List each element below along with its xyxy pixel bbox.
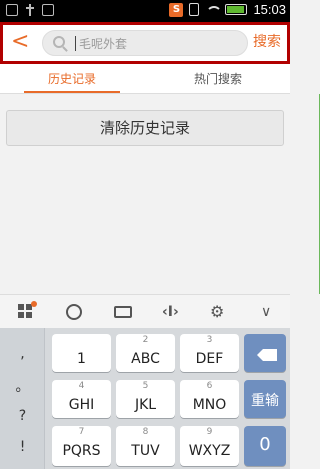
search-header: < 毛呢外套 搜索 <box>0 22 290 64</box>
emoji-icon[interactable] <box>66 304 82 320</box>
backspace-icon <box>257 349 277 361</box>
back-arrow-icon[interactable]: < <box>11 30 31 54</box>
tab-hot-search[interactable]: 热门搜索 <box>194 70 242 87</box>
search-input[interactable]: 毛呢外套 <box>42 30 248 56</box>
reenter-key[interactable]: 重输 <box>244 380 286 418</box>
key-0[interactable]: 0 <box>244 426 286 466</box>
text-cursor <box>75 36 76 51</box>
key-1[interactable]: 1 <box>52 334 111 372</box>
search-icon <box>53 36 65 48</box>
tab-active-indicator <box>24 91 120 93</box>
symbol-key[interactable]: ? <box>0 408 45 424</box>
usb-icon <box>26 4 34 16</box>
key-9[interactable]: 9 WXYZ <box>180 426 239 466</box>
key-8[interactable]: 8 TUV <box>116 426 175 466</box>
keyboard-toolbar: ‹I› ⚙ ∨ <box>0 294 290 328</box>
key-6[interactable]: 6 MNO <box>180 380 239 418</box>
key-7[interactable]: 7 PQRS <box>52 426 111 466</box>
symbol-key[interactable]: 。 <box>0 376 45 396</box>
app-badge-icon: S <box>169 2 184 17</box>
grid-icon[interactable] <box>18 301 37 320</box>
status-bar: S 15:03 <box>0 0 290 22</box>
gear-icon[interactable]: ⚙ <box>210 304 226 320</box>
search-button[interactable]: 搜索 <box>253 31 281 51</box>
clear-history-button[interactable]: 清除历史记录 <box>6 110 284 146</box>
symbol-column: , 。 ? ! <box>0 328 45 469</box>
status-time: 15:03 <box>253 2 286 17</box>
key-4[interactable]: 4 GHI <box>52 380 111 418</box>
symbol-key[interactable]: , <box>0 346 45 362</box>
battery-icon <box>225 4 248 15</box>
keyboard: , 。 ? ! 1 2 ABC 3 DEF 4 GHI 5 JKL 6 MNO … <box>0 328 290 469</box>
symbol-key[interactable]: ! <box>0 439 45 455</box>
image-icon <box>42 4 54 16</box>
key-2[interactable]: 2 ABC <box>116 334 175 372</box>
vibrate-icon <box>189 3 200 16</box>
backspace-key[interactable] <box>244 334 286 372</box>
chevron-down-icon[interactable]: ∨ <box>261 304 277 320</box>
search-placeholder: 毛呢外套 <box>79 37 128 51</box>
key-3[interactable]: 3 DEF <box>180 334 239 372</box>
tab-bar: 历史记录 热门搜索 <box>0 64 290 94</box>
notification-icon <box>6 4 18 16</box>
keyboard-icon[interactable] <box>114 306 132 318</box>
cursor-move-icon[interactable]: ‹I› <box>162 304 179 320</box>
tab-history[interactable]: 历史记录 <box>48 70 96 87</box>
key-5[interactable]: 5 JKL <box>116 380 175 418</box>
wifi-icon <box>205 4 223 16</box>
